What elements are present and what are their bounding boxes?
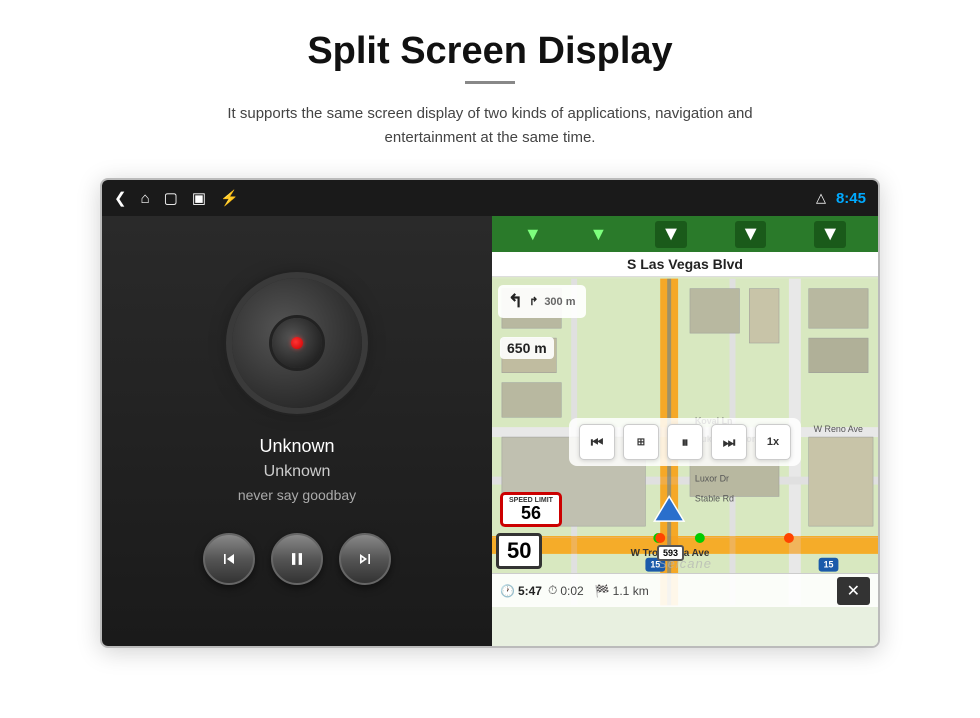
svg-text:Stable Rd: Stable Rd bbox=[695, 493, 734, 503]
nav-arrow-1: ▼ bbox=[524, 224, 542, 245]
nav-arrow-3: ▼ bbox=[655, 221, 687, 248]
track-title: Unknown bbox=[259, 436, 334, 457]
prev-button[interactable] bbox=[203, 533, 255, 585]
nav-elapsed-time: ⏱ 0:02 🏁 1.1 km bbox=[548, 583, 831, 598]
nav-map: 15 15 Koval Ln Duke Ellington Way Luxor … bbox=[492, 277, 878, 607]
nav-prev-btn[interactable]: ⏮ bbox=[579, 424, 615, 460]
nav-skip-btn[interactable]: ⊞ bbox=[623, 424, 659, 460]
split-content: Unknown Unknown never say goodbay bbox=[102, 216, 878, 646]
svg-text:W Reno Ave: W Reno Ave bbox=[814, 424, 863, 434]
status-time: 8:45 bbox=[836, 190, 866, 207]
svg-text:Luxor Dr: Luxor Dr bbox=[695, 474, 729, 484]
nav-distance-indicator: 650 m bbox=[500, 337, 554, 359]
album-dot bbox=[291, 337, 303, 349]
home-icon[interactable]: ⌂ bbox=[141, 190, 150, 207]
map-background: 15 15 Koval Ln Duke Ellington Way Luxor … bbox=[492, 277, 878, 607]
nav-arrow-2: ▼ bbox=[590, 224, 608, 245]
track-album: never say goodbay bbox=[238, 487, 356, 503]
next-button[interactable] bbox=[339, 533, 391, 585]
track-artist: Unknown bbox=[264, 463, 331, 481]
status-bar-left: ❮ ⌂ ▢ ▣ ⚡ bbox=[114, 189, 816, 207]
svg-text:15: 15 bbox=[824, 560, 834, 570]
notification-icon: △ bbox=[816, 190, 826, 206]
nav-arrow-5: ▼ bbox=[814, 221, 846, 248]
gallery-icon[interactable]: ▣ bbox=[192, 189, 206, 207]
current-speed: 50 bbox=[496, 533, 542, 569]
pause-button[interactable] bbox=[271, 533, 323, 585]
album-art bbox=[232, 278, 362, 408]
music-panel: Unknown Unknown never say goodbay bbox=[102, 216, 492, 646]
page-subtitle: It supports the same screen display of t… bbox=[210, 102, 770, 150]
back-arrow-icon[interactable]: ❮ bbox=[114, 189, 127, 207]
nav-turn-indicator: ↰ ↱ 300 m bbox=[498, 285, 586, 318]
status-bar-right: △ 8:45 bbox=[816, 190, 866, 207]
nav-bottom-bar: 🕐 5:47 ⏱ 0:02 🏁 1.1 km ✕ bbox=[492, 573, 878, 607]
usb-icon[interactable]: ⚡ bbox=[220, 189, 239, 207]
music-controls bbox=[203, 533, 391, 585]
speed-limit-sign: SPEED LIMIT 56 bbox=[500, 492, 562, 527]
nav-arrow-4: ▼ bbox=[735, 221, 767, 248]
status-bar: ❮ ⌂ ▢ ▣ ⚡ △ 8:45 bbox=[102, 180, 878, 216]
nav-street-bar: S Las Vegas Blvd bbox=[492, 252, 878, 277]
device-frame: ❮ ⌂ ▢ ▣ ⚡ △ 8:45 Unknown Unknown never s… bbox=[100, 178, 880, 648]
nav-panel: ▼ ▼ ▼ ▼ ▼ S Las Vegas Blvd bbox=[492, 216, 878, 646]
nav-media-overlay: ⏮ ⊞ ⏸ ⏭ 1x bbox=[569, 418, 801, 466]
nav-speed-btn[interactable]: 1x bbox=[755, 424, 791, 460]
nav-top-bar: ▼ ▼ ▼ ▼ ▼ bbox=[492, 216, 878, 252]
square-icon[interactable]: ▢ bbox=[164, 189, 178, 207]
album-inner bbox=[272, 318, 322, 368]
page-title: Split Screen Display bbox=[307, 30, 672, 73]
nav-next-btn[interactable]: ⏭ bbox=[711, 424, 747, 460]
title-divider bbox=[465, 81, 515, 84]
nav-close-button[interactable]: ✕ bbox=[837, 577, 870, 605]
nav-pause-btn[interactable]: ⏸ bbox=[667, 424, 703, 460]
nav-eta-time: 🕐 5:47 bbox=[500, 584, 542, 598]
